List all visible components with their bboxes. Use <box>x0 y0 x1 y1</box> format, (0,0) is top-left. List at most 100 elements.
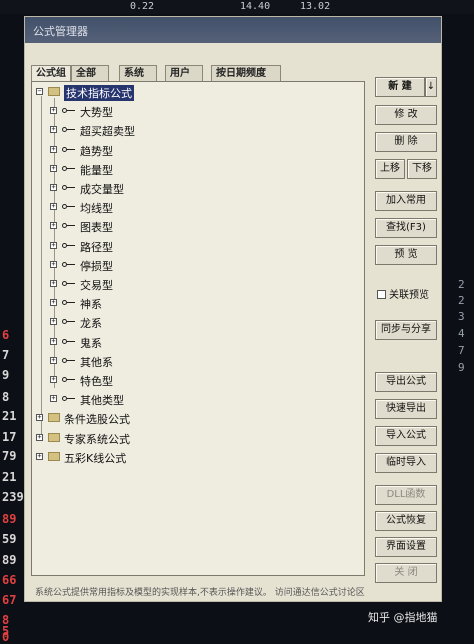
background-side-number: 9 <box>458 361 465 374</box>
add-favorite-button[interactable]: 加入常用 <box>375 191 437 211</box>
tree-node-indicator-group[interactable]: + 能量型 <box>32 161 362 177</box>
tree-node-label: 其他类型 <box>80 394 124 408</box>
formula-key-icon <box>62 184 75 192</box>
background-quote-bar <box>0 0 474 14</box>
tree-node-indicator-group[interactable]: + 其他类型 <box>32 391 362 407</box>
background-side-number: 4 <box>458 327 465 340</box>
tree-node-label: 超买超卖型 <box>80 125 135 139</box>
ui-settings-button[interactable]: 界面设置 <box>375 537 437 557</box>
expand-icon[interactable]: + <box>36 414 43 422</box>
tab-all[interactable]: 全部 <box>71 65 109 81</box>
tree-node-formula-category[interactable]: + 条件选股公式 <box>32 410 362 426</box>
background-quote-value: 13.02 <box>300 1 331 12</box>
expand-icon[interactable]: + <box>50 184 57 191</box>
find-button[interactable]: 查找(F3) <box>375 218 437 238</box>
move-up-button[interactable]: 上移 <box>375 159 405 179</box>
close-button[interactable]: 关 闭 <box>375 563 437 583</box>
tree-node-label: 技术指标公式 <box>64 85 134 101</box>
expand-icon[interactable]: + <box>50 280 57 287</box>
linked-preview-checkbox[interactable] <box>377 290 386 299</box>
expand-icon[interactable]: + <box>50 145 57 153</box>
dll-function-button[interactable]: DLL函数 <box>375 485 437 505</box>
delete-button[interactable]: 删 除 <box>375 132 437 152</box>
tree-node-indicator-group[interactable]: + 交易型 <box>32 276 362 292</box>
tree-node-label: 龙系 <box>80 317 102 331</box>
tree-node-label: 神系 <box>80 298 102 312</box>
expand-icon[interactable]: + <box>50 318 57 326</box>
tree-node-indicator-group[interactable]: + 特色型 <box>32 372 362 388</box>
tree-node-indicator-group[interactable]: + 停损型 <box>32 257 362 273</box>
formula-restore-button[interactable]: 公式恢复 <box>375 511 437 531</box>
tree-node-indicator-group[interactable]: + 成交量型 <box>32 180 362 196</box>
tree-node-indicator-group[interactable]: + 大势型 <box>32 103 362 119</box>
collapse-icon[interactable]: − <box>36 88 43 95</box>
tree-node-indicator-group[interactable]: + 路径型 <box>32 238 362 254</box>
tree-node-indicator-group[interactable]: + 趋势型 <box>32 142 362 158</box>
formula-key-icon <box>62 280 75 288</box>
title-bar[interactable]: 公式管理器 <box>25 17 441 43</box>
tab-user[interactable]: 用户 <box>165 65 203 81</box>
screen: { "background": { "top_values": ["0.22",… <box>0 0 474 644</box>
tree-node-label: 均线型 <box>80 202 113 216</box>
formula-key-icon <box>62 242 75 250</box>
window-title: 公式管理器 <box>33 25 88 38</box>
expand-icon[interactable]: + <box>50 299 57 307</box>
expand-icon[interactable]: + <box>36 452 43 460</box>
formula-key-icon <box>62 222 75 230</box>
expand-icon[interactable]: + <box>50 203 57 211</box>
expand-icon[interactable]: + <box>50 107 57 115</box>
expand-icon[interactable]: + <box>50 376 57 383</box>
edit-button[interactable]: 修 改 <box>375 105 437 125</box>
tree-node-indicator-group[interactable]: + 图表型 <box>32 218 362 234</box>
formula-key-icon <box>62 203 75 211</box>
export-formula-button[interactable]: 导出公式 <box>375 372 437 392</box>
formula-tree[interactable]: − 技术指标公式 + 大势型 + 超买超卖型 + 趋势型 + 能量型 + 成交量型 + 均线型 + 图表型 + 路… <box>31 81 365 576</box>
tree-node-indicator-group[interactable]: + 其他系 <box>32 353 362 369</box>
expand-icon[interactable]: + <box>50 395 57 403</box>
tree-node-indicator-group[interactable]: + 均线型 <box>32 199 362 215</box>
formula-key-icon <box>62 261 75 269</box>
tab-formula-group[interactable]: 公式组 <box>31 65 71 82</box>
background-quote-value: 0.22 <box>130 1 155 12</box>
tree-node-indicator-group[interactable]: + 超买超卖型 <box>32 122 362 138</box>
tree-node-indicator-group[interactable]: + 龙系 <box>32 314 362 330</box>
expand-icon[interactable]: + <box>50 241 57 249</box>
import-formula-button[interactable]: 导入公式 <box>375 426 437 446</box>
expand-icon[interactable]: + <box>36 433 43 441</box>
expand-icon[interactable]: + <box>50 356 57 364</box>
move-down-button[interactable]: 下移 <box>407 159 437 179</box>
background-side-number: 3 <box>458 310 465 323</box>
tree-node-technical-indicators[interactable]: − 技术指标公式 <box>32 84 362 101</box>
tab-system[interactable]: 系统 <box>119 65 157 81</box>
formula-key-icon <box>62 338 75 346</box>
tree-node-label: 五彩K线公式 <box>64 451 127 465</box>
formula-key-icon <box>62 395 75 403</box>
expand-icon[interactable]: + <box>50 222 57 230</box>
new-button[interactable]: 新 建 <box>375 77 425 97</box>
folder-icon <box>48 87 60 96</box>
temp-import-button[interactable]: 临时导入 <box>375 453 437 473</box>
watermark: 知乎 @指地猫 <box>368 611 438 624</box>
formula-key-icon <box>62 376 75 384</box>
formula-key-icon <box>62 299 75 307</box>
tree-node-indicator-group[interactable]: + 鬼系 <box>32 334 362 350</box>
new-dropdown-button[interactable]: ↓ <box>425 77 437 97</box>
expand-icon[interactable]: + <box>50 337 57 345</box>
expand-icon[interactable]: + <box>50 164 57 172</box>
expand-icon[interactable]: + <box>50 126 57 134</box>
preview-button[interactable]: 预 览 <box>375 245 437 265</box>
sync-share-button[interactable]: 同步与分享 <box>375 320 437 340</box>
expand-icon[interactable]: + <box>50 260 57 268</box>
tree-node-label: 其他系 <box>80 355 113 369</box>
tree-node-label: 能量型 <box>80 163 113 177</box>
tab-by-date-frequency[interactable]: 按日期频度 <box>211 65 281 81</box>
background-quote-value: 14.40 <box>240 1 271 12</box>
tree-node-indicator-group[interactable]: + 神系 <box>32 295 362 311</box>
status-text: 系统公式提供常用指标及模型的实现样本,不表示操作建议。 访问通达信公式讨论区 <box>35 588 365 598</box>
linked-preview-option[interactable]: 关联预览 <box>377 286 429 301</box>
tree-node-formula-category[interactable]: + 专家系统公式 <box>32 430 362 446</box>
quick-export-button[interactable]: 快速导出 <box>375 399 437 419</box>
tree-node-formula-category[interactable]: + 五彩K线公式 <box>32 449 362 465</box>
formula-key-icon <box>62 165 75 173</box>
formula-key-icon <box>62 126 75 134</box>
